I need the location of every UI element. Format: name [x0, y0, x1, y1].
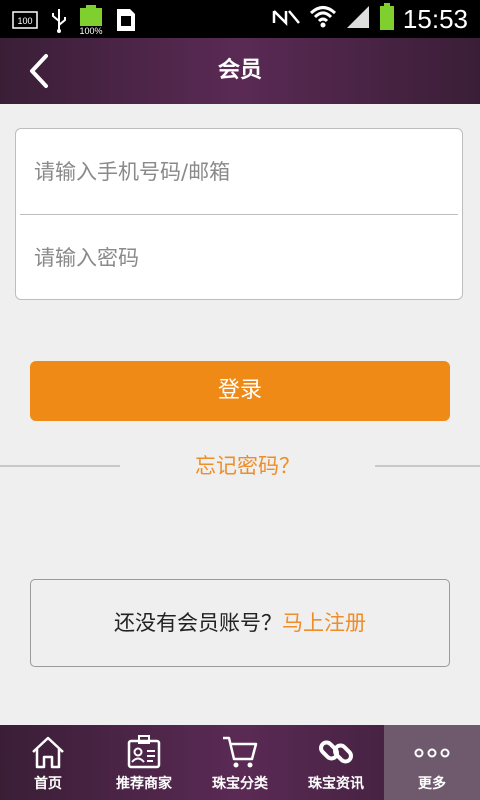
nav-label: 推荐商家: [116, 776, 172, 792]
usb-icon: [50, 7, 68, 37]
header: 会员: [0, 38, 480, 104]
nav-label: 首页: [34, 776, 62, 792]
battery-charging-icon: 100%: [78, 5, 104, 39]
battery-icon: [379, 3, 395, 35]
wifi-icon: [309, 4, 337, 34]
page-title: 会员: [217, 58, 262, 83]
nav-item-home[interactable]: 首页: [0, 725, 96, 800]
nav-item-categories[interactable]: 珠宝分类: [192, 725, 288, 800]
back-button[interactable]: [18, 50, 60, 92]
register-box: 还没有会员账号？马上注册: [30, 579, 450, 667]
more-dots-icon: [414, 748, 450, 758]
contact-card-icon: [127, 735, 161, 769]
battery-percent-label: 100%: [79, 26, 102, 35]
nav-label: 珠宝资讯: [308, 776, 364, 792]
login-button[interactable]: 登录: [30, 361, 450, 421]
forgot-divider-left: [0, 465, 120, 467]
battery-small-label: 100: [17, 16, 32, 26]
nav-label: 更多: [418, 776, 446, 792]
password-input[interactable]: 请输入密码: [16, 215, 462, 301]
forgot-divider-right: [375, 465, 480, 467]
phone-email-input[interactable]: 请输入手机号码/邮箱: [16, 129, 462, 215]
nav-item-news[interactable]: 珠宝资讯: [288, 725, 384, 800]
nav-label: 珠宝分类: [212, 776, 268, 792]
nav-item-merchants[interactable]: 推荐商家: [96, 725, 192, 800]
signal-icon: [345, 4, 371, 34]
chevron-left-icon: [30, 54, 48, 88]
status-clock: 15:53: [402, 4, 468, 34]
register-prompt: 还没有会员账号？: [114, 611, 282, 635]
sim-icon: [114, 7, 138, 37]
battery-100-icon: 100: [12, 9, 40, 35]
nfc-mute-icon: [271, 5, 301, 33]
home-icon: [32, 736, 64, 769]
register-link[interactable]: 马上注册: [282, 611, 366, 635]
cart-icon: [223, 736, 258, 768]
forgot-password-link[interactable]: 忘记密码？: [120, 448, 375, 484]
status-bar: 100 100% 15:53: [0, 0, 480, 38]
bottom-nav: 首页 推荐商家 珠宝分类 珠宝资讯 更多: [0, 725, 480, 800]
nav-item-more[interactable]: 更多: [384, 725, 480, 800]
link-icon: [319, 740, 353, 764]
login-form: 请输入手机号码/邮箱 请输入密码: [15, 128, 463, 300]
